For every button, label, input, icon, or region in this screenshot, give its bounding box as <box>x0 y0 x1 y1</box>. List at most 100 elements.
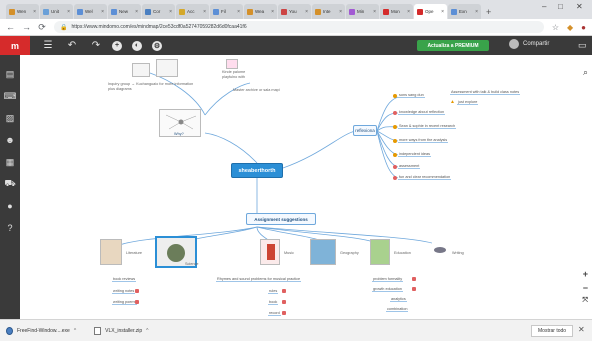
music-item-3[interactable]: book <box>268 300 279 305</box>
add-topic-icon[interactable]: + <box>112 40 122 51</box>
profile-icon[interactable]: ● <box>581 23 586 32</box>
browser-tab[interactable]: Unit × <box>40 4 73 19</box>
tab-close-icon[interactable]: × <box>475 9 478 15</box>
close-icon[interactable]: ✕ <box>578 325 585 334</box>
style-icon[interactable]: ◐ <box>132 40 142 51</box>
character-image-node[interactable] <box>226 59 238 69</box>
keyboard-icon[interactable]: ⌨ <box>4 91 17 101</box>
reload-icon[interactable]: ⟳ <box>38 22 46 33</box>
geography-image-node[interactable] <box>310 239 336 265</box>
tab-close-icon[interactable]: × <box>169 9 172 15</box>
download-item-2[interactable]: VLX_installer.zip ^ <box>94 326 149 335</box>
assignment-topic[interactable]: Assignment suggestions <box>246 213 316 225</box>
chevron-up-icon[interactable]: ^ <box>74 328 76 334</box>
literature-item-1[interactable]: book reviews <box>112 277 137 282</box>
extension-icon[interactable]: ◆ <box>567 23 573 32</box>
back-arrow-icon[interactable]: ← <box>6 22 15 32</box>
chevron-up-icon[interactable]: ^ <box>146 328 148 334</box>
mindmap-canvas[interactable]: Inquiry group → Kuchanguaio for more inf… <box>20 55 592 319</box>
tablet-image-node[interactable] <box>156 59 178 77</box>
bookmark-star-icon[interactable]: ☆ <box>552 23 559 32</box>
premium-button[interactable]: Actualiza a PREMIUM <box>417 40 489 51</box>
download-item-1[interactable]: FreeFind-Window....exe ^ <box>6 326 76 335</box>
reflect-item-5[interactable]: independent ideas <box>398 152 432 157</box>
browser-tab[interactable]: Wen × <box>6 4 39 19</box>
note-playful[interactable]: playfulno with <box>222 75 245 79</box>
mindomo-logo[interactable]: m <box>0 36 30 55</box>
tab-close-icon[interactable]: × <box>305 9 308 15</box>
tab-close-icon[interactable]: × <box>33 9 36 15</box>
literature-image-node[interactable] <box>100 239 122 265</box>
writing-image-node[interactable] <box>432 241 448 257</box>
tab-close-icon[interactable]: × <box>373 9 376 15</box>
tab-close-icon[interactable]: × <box>101 9 104 15</box>
education-item-3[interactable]: analytics <box>390 297 407 302</box>
browser-tab[interactable]: Mon × <box>380 4 413 19</box>
new-tab-icon[interactable]: + <box>486 7 491 17</box>
tab-close-icon[interactable]: × <box>237 9 240 15</box>
zoom-in-icon[interactable]: + <box>583 269 588 279</box>
browser-tab[interactable]: Min × <box>346 4 379 19</box>
tab-close-icon[interactable]: × <box>271 9 274 15</box>
browser-tab[interactable]: Exn × <box>448 4 481 19</box>
education-item-2[interactable]: growth education <box>372 287 403 292</box>
why-image-node[interactable]: Why? <box>159 109 201 137</box>
music-item-4[interactable]: record <box>268 311 281 316</box>
note-diagrams[interactable]: plus diagrams <box>108 87 132 91</box>
people-icon[interactable]: ⛟ <box>4 178 15 189</box>
image-icon[interactable]: ▨ <box>5 113 15 123</box>
central-topic[interactable]: sheaberthorth <box>231 163 283 178</box>
music-image-node[interactable] <box>260 239 280 265</box>
note-inquiry[interactable]: Inquiry group → Kuchanguaio for more inf… <box>108 82 193 86</box>
browser-tab[interactable]: Cor × <box>142 4 175 19</box>
emoji-icon[interactable]: ☻ <box>5 135 15 145</box>
minimize-icon[interactable]: – <box>542 2 546 11</box>
tab-close-icon[interactable]: × <box>339 9 342 15</box>
notes-icon[interactable]: ▦ <box>5 157 15 167</box>
search-icon[interactable]: ⌕ <box>583 67 588 78</box>
reflect-item-6[interactable]: assessment <box>398 164 421 169</box>
outline-icon[interactable]: ▤ <box>5 69 15 79</box>
browser-tab[interactable]: New × <box>108 4 141 19</box>
browser-tab[interactable]: You × <box>278 4 311 19</box>
browser-tab[interactable]: Ope × <box>414 4 447 19</box>
science-image-node[interactable]: Science <box>155 236 199 268</box>
reflect-topic[interactable]: reflexiona <box>353 125 377 136</box>
literature-item-2[interactable]: writing notes <box>112 289 136 294</box>
tab-close-icon[interactable]: × <box>203 9 206 15</box>
redo-icon[interactable]: ↷ <box>90 40 102 51</box>
tab-close-icon[interactable]: × <box>407 9 410 15</box>
reflect-item-1[interactable]: sons sang dun <box>398 93 425 98</box>
tab-close-icon[interactable]: × <box>67 9 70 15</box>
maximize-icon[interactable]: □ <box>558 2 563 11</box>
settings-icon[interactable]: ⚙ <box>152 40 162 51</box>
note-master[interactable]: Master archive or sala mapi <box>233 88 280 92</box>
education-item-1[interactable]: problem formality <box>372 277 404 282</box>
browser-tab[interactable]: Wel × <box>74 4 107 19</box>
window-close-icon[interactable]: ✕ <box>576 2 583 11</box>
music-item-2[interactable]: rules <box>268 289 279 294</box>
help-icon[interactable]: ? <box>5 223 15 233</box>
reflect-item-3[interactable]: Sean & sophie in recent research <box>398 124 457 129</box>
reflect-subitem-2[interactable]: just explore <box>457 100 479 105</box>
education-item-4[interactable]: combination <box>386 307 409 312</box>
fit-screen-icon[interactable]: ⤧ <box>582 297 588 305</box>
zoom-out-icon[interactable]: − <box>583 283 588 293</box>
browser-tab[interactable]: Wea × <box>244 4 277 19</box>
forward-arrow-icon[interactable]: → <box>22 22 31 32</box>
diagram-image-node[interactable] <box>132 63 150 77</box>
note-kinde[interactable]: Kinde palome <box>222 70 245 74</box>
education-image-node[interactable] <box>370 239 390 265</box>
reflect-item-2[interactable]: knowledge about reflection <box>398 110 446 115</box>
reflect-subitem[interactable]: Assessment with talk & build class notes <box>450 90 521 95</box>
browser-tab[interactable]: Inte × <box>312 4 345 19</box>
bulb-icon[interactable]: ● <box>5 201 15 211</box>
reflect-item-7[interactable]: fun and clear recommendation <box>398 175 452 180</box>
browser-tab[interactable]: Acc × <box>176 4 209 19</box>
comments-icon[interactable]: ▭ <box>578 40 587 51</box>
browser-tab[interactable]: Fil × <box>210 4 243 19</box>
share-button[interactable]: Compartir <box>509 39 549 49</box>
reflect-item-4[interactable]: more ways from the analysis <box>398 138 449 143</box>
literature-item-3[interactable]: writing poems <box>112 300 138 305</box>
tab-close-icon[interactable]: × <box>441 9 444 15</box>
